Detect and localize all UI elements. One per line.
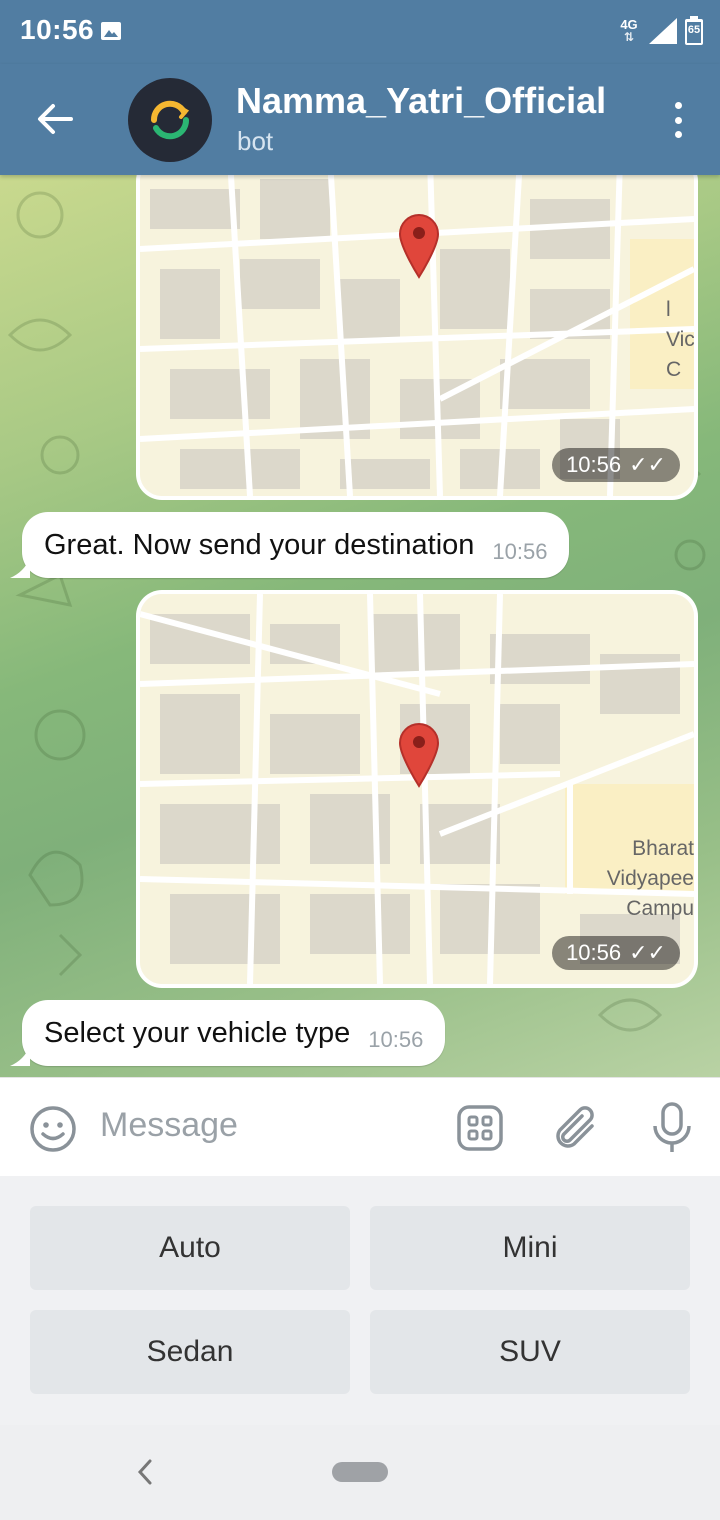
map-label-line: Vic [666, 328, 694, 351]
chat-header: Namma_Yatri_Official bot [0, 64, 720, 175]
chat-area[interactable]: l Vic C 10:56 ✓✓ Great. Now send your de… [0, 175, 720, 1077]
vehicle-auto-button[interactable]: Auto [30, 1206, 350, 1290]
map-preview: Bharat Vidyapee Campu 10:56 ✓✓ [140, 594, 694, 984]
map-label-line: C [666, 358, 682, 381]
more-options-button[interactable] [666, 98, 690, 142]
arrow-left-icon [38, 104, 73, 134]
map-label-line: l [666, 298, 671, 321]
location-message[interactable]: l Vic C 10:56 ✓✓ [136, 175, 698, 500]
message-text: Great. Now send your destination [44, 528, 475, 561]
nav-home-pill[interactable] [332, 1462, 388, 1482]
dot-icon [674, 102, 682, 109]
chat-subtitle: bot [237, 126, 274, 156]
message-text: Select your vehicle type [44, 1016, 351, 1049]
namma-yatri-logo-icon [150, 100, 190, 140]
status-bar: 10:56 4G ⇅ 65 [0, 0, 720, 64]
message-time: 10:56 ✓✓ [552, 936, 680, 970]
gallery-notification-icon [101, 22, 121, 40]
map-label-line: Vidyapee [606, 867, 694, 890]
bot-keyboard-icon[interactable] [456, 1104, 504, 1152]
bubble-tail [10, 1046, 30, 1066]
bot-avatar[interactable] [128, 78, 212, 162]
map-place-label: l Vic C [666, 295, 694, 385]
back-button[interactable] [30, 94, 80, 144]
emoji-icon[interactable] [28, 1104, 78, 1154]
bot-message[interactable]: Select your vehicle type 10:56 [10, 1000, 446, 1066]
location-message[interactable]: Bharat Vidyapee Campu 10:56 ✓✓ [136, 590, 698, 988]
vehicle-sedan-button[interactable]: Sedan [30, 1310, 350, 1394]
battery-icon: 65 [684, 16, 704, 46]
map-label-line: Campu [626, 897, 694, 920]
bot-reply-keyboard: Auto Mini Sedan SUV [0, 1176, 720, 1425]
double-check-icon: ✓✓ [629, 452, 666, 477]
location-pin-icon [398, 214, 440, 279]
signal-icon [649, 18, 677, 44]
vehicle-suv-button[interactable]: SUV [370, 1310, 690, 1394]
status-time: 10:56 [20, 14, 95, 45]
time-text: 10:56 [566, 452, 622, 477]
dot-icon [674, 131, 682, 138]
data-arrows-icon: ⇅ [623, 30, 635, 44]
double-check-icon: ✓✓ [629, 940, 666, 965]
vehicle-mini-button[interactable]: Mini [370, 1206, 690, 1290]
bubble-tail [10, 558, 30, 578]
message-time: 10:56 [492, 539, 548, 564]
battery-level: 65 [687, 24, 701, 36]
message-input[interactable]: Message [100, 1106, 238, 1145]
nav-back-icon[interactable] [130, 1455, 158, 1489]
map-preview: l Vic C 10:56 ✓✓ [140, 175, 694, 496]
message-composer: Message [0, 1077, 720, 1176]
time-text: 10:56 [566, 940, 622, 965]
map-label-line: Bharat [632, 837, 694, 860]
network-indicator: 4G ⇅ [616, 18, 642, 44]
location-pin-icon [398, 723, 440, 788]
message-time: 10:56 ✓✓ [552, 448, 680, 482]
map-place-label: Bharat Vidyapee Campu [606, 834, 694, 924]
message-time: 10:56 [368, 1027, 424, 1052]
attach-icon[interactable] [552, 1104, 600, 1152]
dot-icon [674, 116, 682, 124]
chat-title[interactable]: Namma_Yatri_Official [236, 80, 606, 122]
microphone-icon[interactable] [650, 1102, 694, 1154]
bot-message[interactable]: Great. Now send your destination 10:56 [10, 512, 570, 578]
map-streets [140, 594, 694, 984]
